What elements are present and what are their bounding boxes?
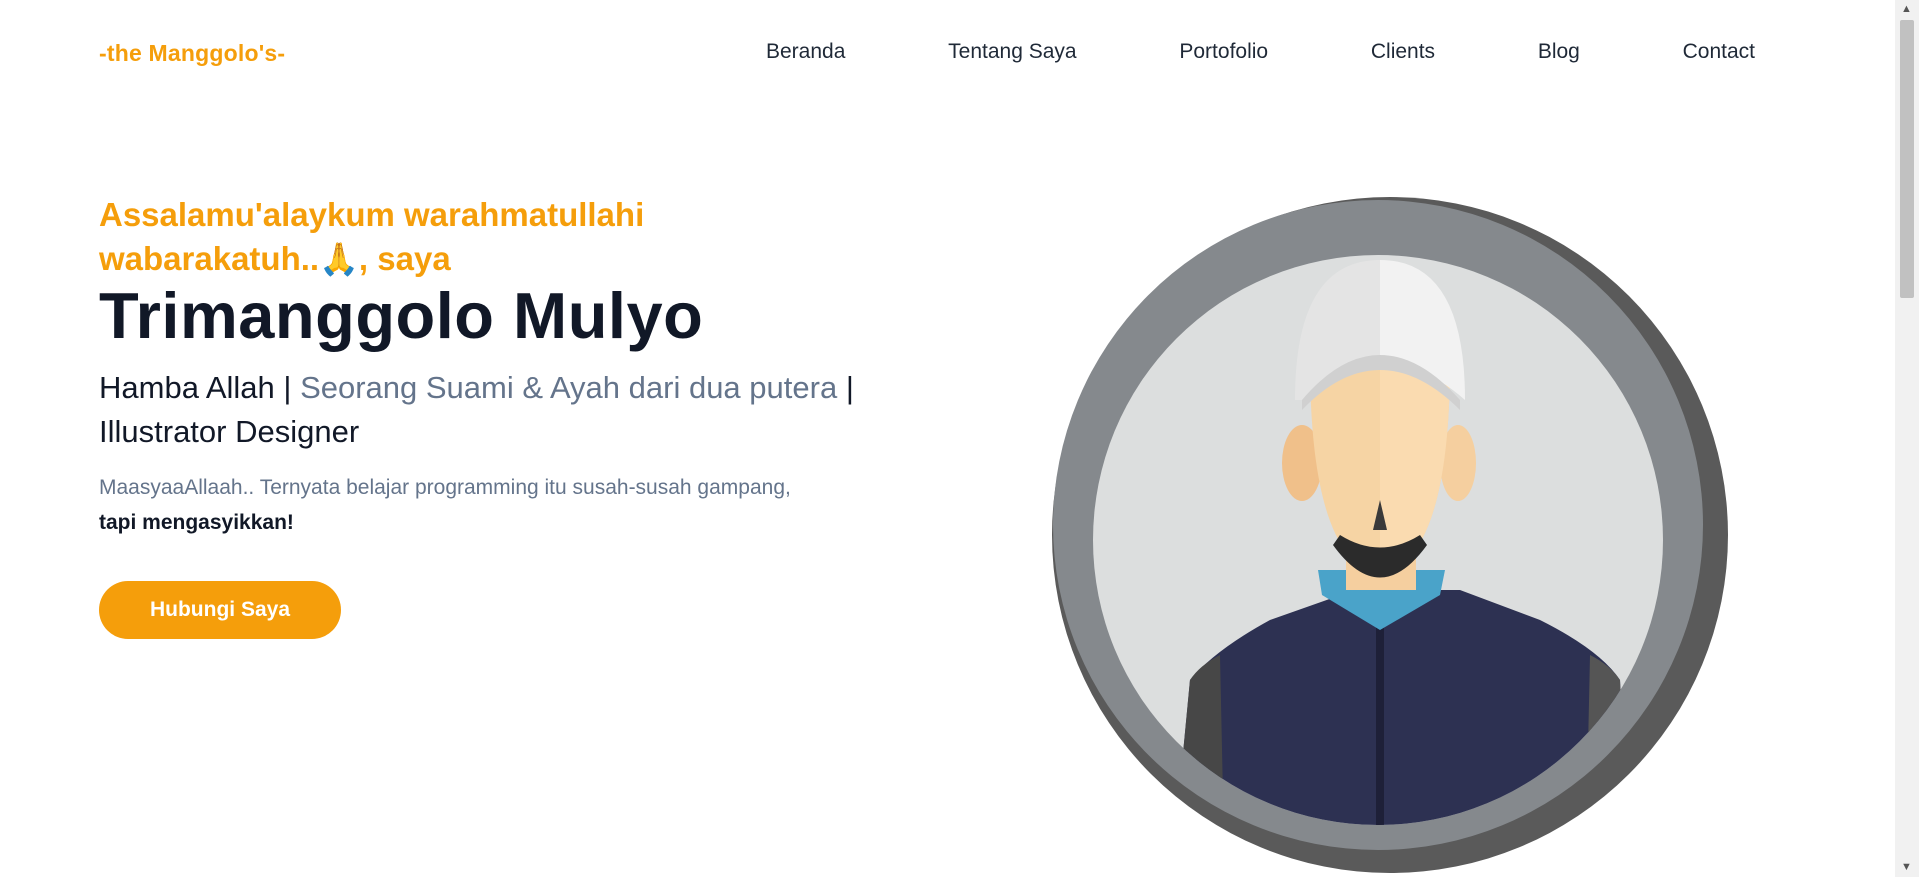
nav-link-beranda[interactable]: Beranda	[766, 40, 845, 64]
brand-logo[interactable]: -the Manggolo's-	[99, 40, 285, 67]
role-suami-ayah: Seorang Suami & Ayah dari dua putera	[300, 370, 838, 405]
page-scrollbar[interactable]: ▲ ▼	[1895, 0, 1919, 877]
nav-link-blog[interactable]: Blog	[1538, 40, 1580, 64]
description-bold: tapi mengasyikkan!	[99, 511, 294, 534]
description-text: MaasyaaAllaah.. Ternyata belajar program…	[99, 476, 791, 499]
nav-link-contact[interactable]: Contact	[1683, 40, 1755, 64]
hero-roles: Hamba Allah | Seorang Suami & Ayah dari …	[99, 366, 899, 454]
nav-link-portofolio[interactable]: Portofolio	[1179, 40, 1268, 64]
hero-description: MaasyaaAllaah.. Ternyata belajar program…	[99, 470, 959, 540]
greeting-suffix: , saya	[358, 240, 451, 277]
hero-greeting: Assalamu'alaykum warahmatullahi wabaraka…	[99, 193, 739, 281]
hero-name: Trimanggolo Mulyo	[99, 279, 704, 352]
role-hamba-allah: Hamba Allah |	[99, 370, 292, 405]
main-nav: Beranda Tentang Saya Portofolio Clients …	[766, 40, 1755, 64]
nav-link-clients[interactable]: Clients	[1371, 40, 1435, 64]
praying-hands-icon: 🙏	[319, 241, 359, 277]
scrollbar-thumb[interactable]	[1900, 20, 1914, 298]
scroll-up-arrow-icon[interactable]: ▲	[1901, 4, 1912, 15]
contact-button[interactable]: Hubungi Saya	[99, 581, 341, 639]
nav-link-tentang-saya[interactable]: Tentang Saya	[948, 40, 1076, 64]
scroll-down-arrow-icon[interactable]: ▼	[1901, 862, 1912, 873]
avatar-illustration	[1052, 197, 1728, 873]
